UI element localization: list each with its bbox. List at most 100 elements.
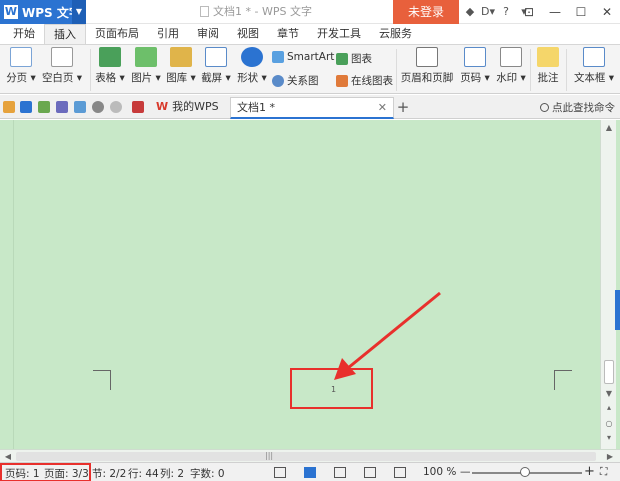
tab-developer[interactable]: 开发工具 [308,24,370,44]
chevron-down-icon[interactable]: ▼ [72,0,86,24]
window-controls: ⊡ — ☐ ✕ [516,0,620,24]
tab-home[interactable]: 开始 [4,24,44,44]
gallery-icon [170,47,192,67]
chart-icon [336,52,348,65]
page-break-button[interactable]: 分页 ▾ [4,47,38,85]
redo-icon[interactable] [110,101,122,113]
help-icon[interactable]: ? [498,0,514,24]
scroll-up-icon[interactable]: ▲ [601,122,617,134]
minimize-icon[interactable]: — [542,0,568,24]
tab-review[interactable]: 审阅 [188,24,228,44]
wps-logo-icon: W [4,5,18,19]
header-footer-icon [416,47,438,67]
tab-page-layout[interactable]: 页面布局 [86,24,148,44]
comment-button[interactable]: 批注 [534,47,562,85]
header-footer-button[interactable]: 页眉和页脚 [400,47,454,85]
outline-view-icon[interactable] [334,467,346,478]
skin-icon[interactable]: ◆ [462,0,478,24]
focus-mode-icon[interactable] [274,467,286,478]
print-icon[interactable] [56,101,68,113]
status-bar: 页码: 1 页面: 3/3 节: 2/2 行: 44 列: 2 字数: 0 10… [0,462,620,481]
side-panel-tab[interactable] [615,290,620,330]
scissors-icon [205,47,227,67]
login-button[interactable]: 未登录 [393,0,459,24]
maximize-icon[interactable]: ☐ [568,0,594,24]
relation-icon [272,74,284,87]
smartart-button[interactable]: SmartArt [272,51,334,63]
ribbon: 分页 ▾ 空白页 ▾ 表格 ▾ 图片 ▾ 图库 ▾ 截屏 ▾ 形状 ▾ Smar… [0,44,620,94]
separator [530,49,531,91]
tab-view[interactable]: 视图 [228,24,268,44]
scroll-thumb[interactable] [604,360,614,384]
tab-cloud[interactable]: 云服务 [370,24,421,44]
page-break-icon [10,47,32,67]
view-options-icon[interactable] [394,467,406,478]
grip-icon: ||| [265,451,274,460]
watermark-icon [500,47,522,67]
table-button[interactable]: 表格 ▾ [94,47,126,85]
tab-section[interactable]: 章节 [268,24,308,44]
gallery-button[interactable]: 图库 ▾ [165,47,197,85]
textbox-icon [583,47,605,67]
save-icon[interactable] [20,101,32,113]
relation-chart-button[interactable]: 关系图 [272,73,319,88]
annotation-arrow [334,291,441,380]
separator [90,49,91,91]
document-icon [200,6,209,17]
tab-document[interactable]: 文档1 * ✕ [230,97,394,119]
page-number-button[interactable]: 页码 ▾ [458,47,492,85]
scroll-down-icon[interactable]: ▼ [601,388,617,400]
status-row: 行: 44 [128,468,159,480]
zoom-in-icon[interactable]: + [584,464,595,479]
quick-access-bar: W 我的WPS 文档1 * ✕ + 点此查找命令 [0,95,620,119]
zoom-out-icon[interactable]: — [460,466,471,478]
tab-references[interactable]: 引用 [148,24,188,44]
separator [396,49,397,91]
app-menu-button[interactable]: W WPS 文字 ▼ [0,0,86,24]
page-view-icon[interactable] [304,467,316,478]
wps-w-icon: W [156,100,169,113]
share-icon[interactable]: D▾ [480,0,496,24]
prev-page-icon[interactable]: ▴ [601,402,617,414]
online-chart-button[interactable]: 在线图表 [336,73,393,88]
tab-insert[interactable]: 插入 [44,24,86,44]
open-icon[interactable] [3,101,15,113]
zoom-slider-knob[interactable] [520,467,530,477]
online-chart-icon [336,74,348,87]
table-icon [99,47,121,67]
shape-button[interactable]: 形状 ▾ [236,47,268,85]
restore-icon[interactable]: ⊡ [516,0,542,24]
blank-page-icon [51,47,73,67]
zoom-level[interactable]: 100 % [423,466,456,478]
fullscreen-icon[interactable]: ⛶ [600,466,607,479]
horizontal-scroll-thumb[interactable] [16,452,596,461]
highlight-box-status [0,463,91,481]
close-icon[interactable]: ✕ [594,0,620,24]
horizontal-scrollbar[interactable]: ◀ ||| ▶ [0,449,620,462]
page-corner-right [554,370,572,390]
watermark-button[interactable]: 水印 ▾ [494,47,528,85]
chart-button[interactable]: 图表 [336,51,372,66]
smartart-icon [272,51,284,63]
vertical-scrollbar[interactable]: ▲ ▼ ▴ ○ ▾ [600,120,616,449]
undo-icon[interactable] [92,101,104,113]
picture-button[interactable]: 图片 ▾ [130,47,162,85]
textbox-button[interactable]: 文本框 ▾ [572,47,616,85]
print-preview-icon[interactable] [74,101,86,113]
status-col: 列: 2 [160,468,185,480]
web-view-icon[interactable] [364,467,376,478]
command-search[interactable]: 点此查找命令 [540,100,615,115]
next-page-icon[interactable]: ▾ [601,432,617,444]
tab-my-wps[interactable]: W 我的WPS [150,97,230,119]
comment-icon [537,47,559,67]
close-tab-icon[interactable]: ✕ [378,98,387,118]
new-tab-button[interactable]: + [396,97,410,117]
left-margin [0,120,14,449]
blank-page-button[interactable]: 空白页 ▾ [40,47,84,85]
document-canvas[interactable]: 1 [0,120,620,449]
screenshot-button[interactable]: 截屏 ▾ [200,47,232,85]
customize-icon[interactable] [132,101,144,113]
select-browse-icon[interactable]: ○ [601,418,617,430]
status-section: 节: 2/2 [92,468,127,480]
export-pdf-icon[interactable] [38,101,50,113]
